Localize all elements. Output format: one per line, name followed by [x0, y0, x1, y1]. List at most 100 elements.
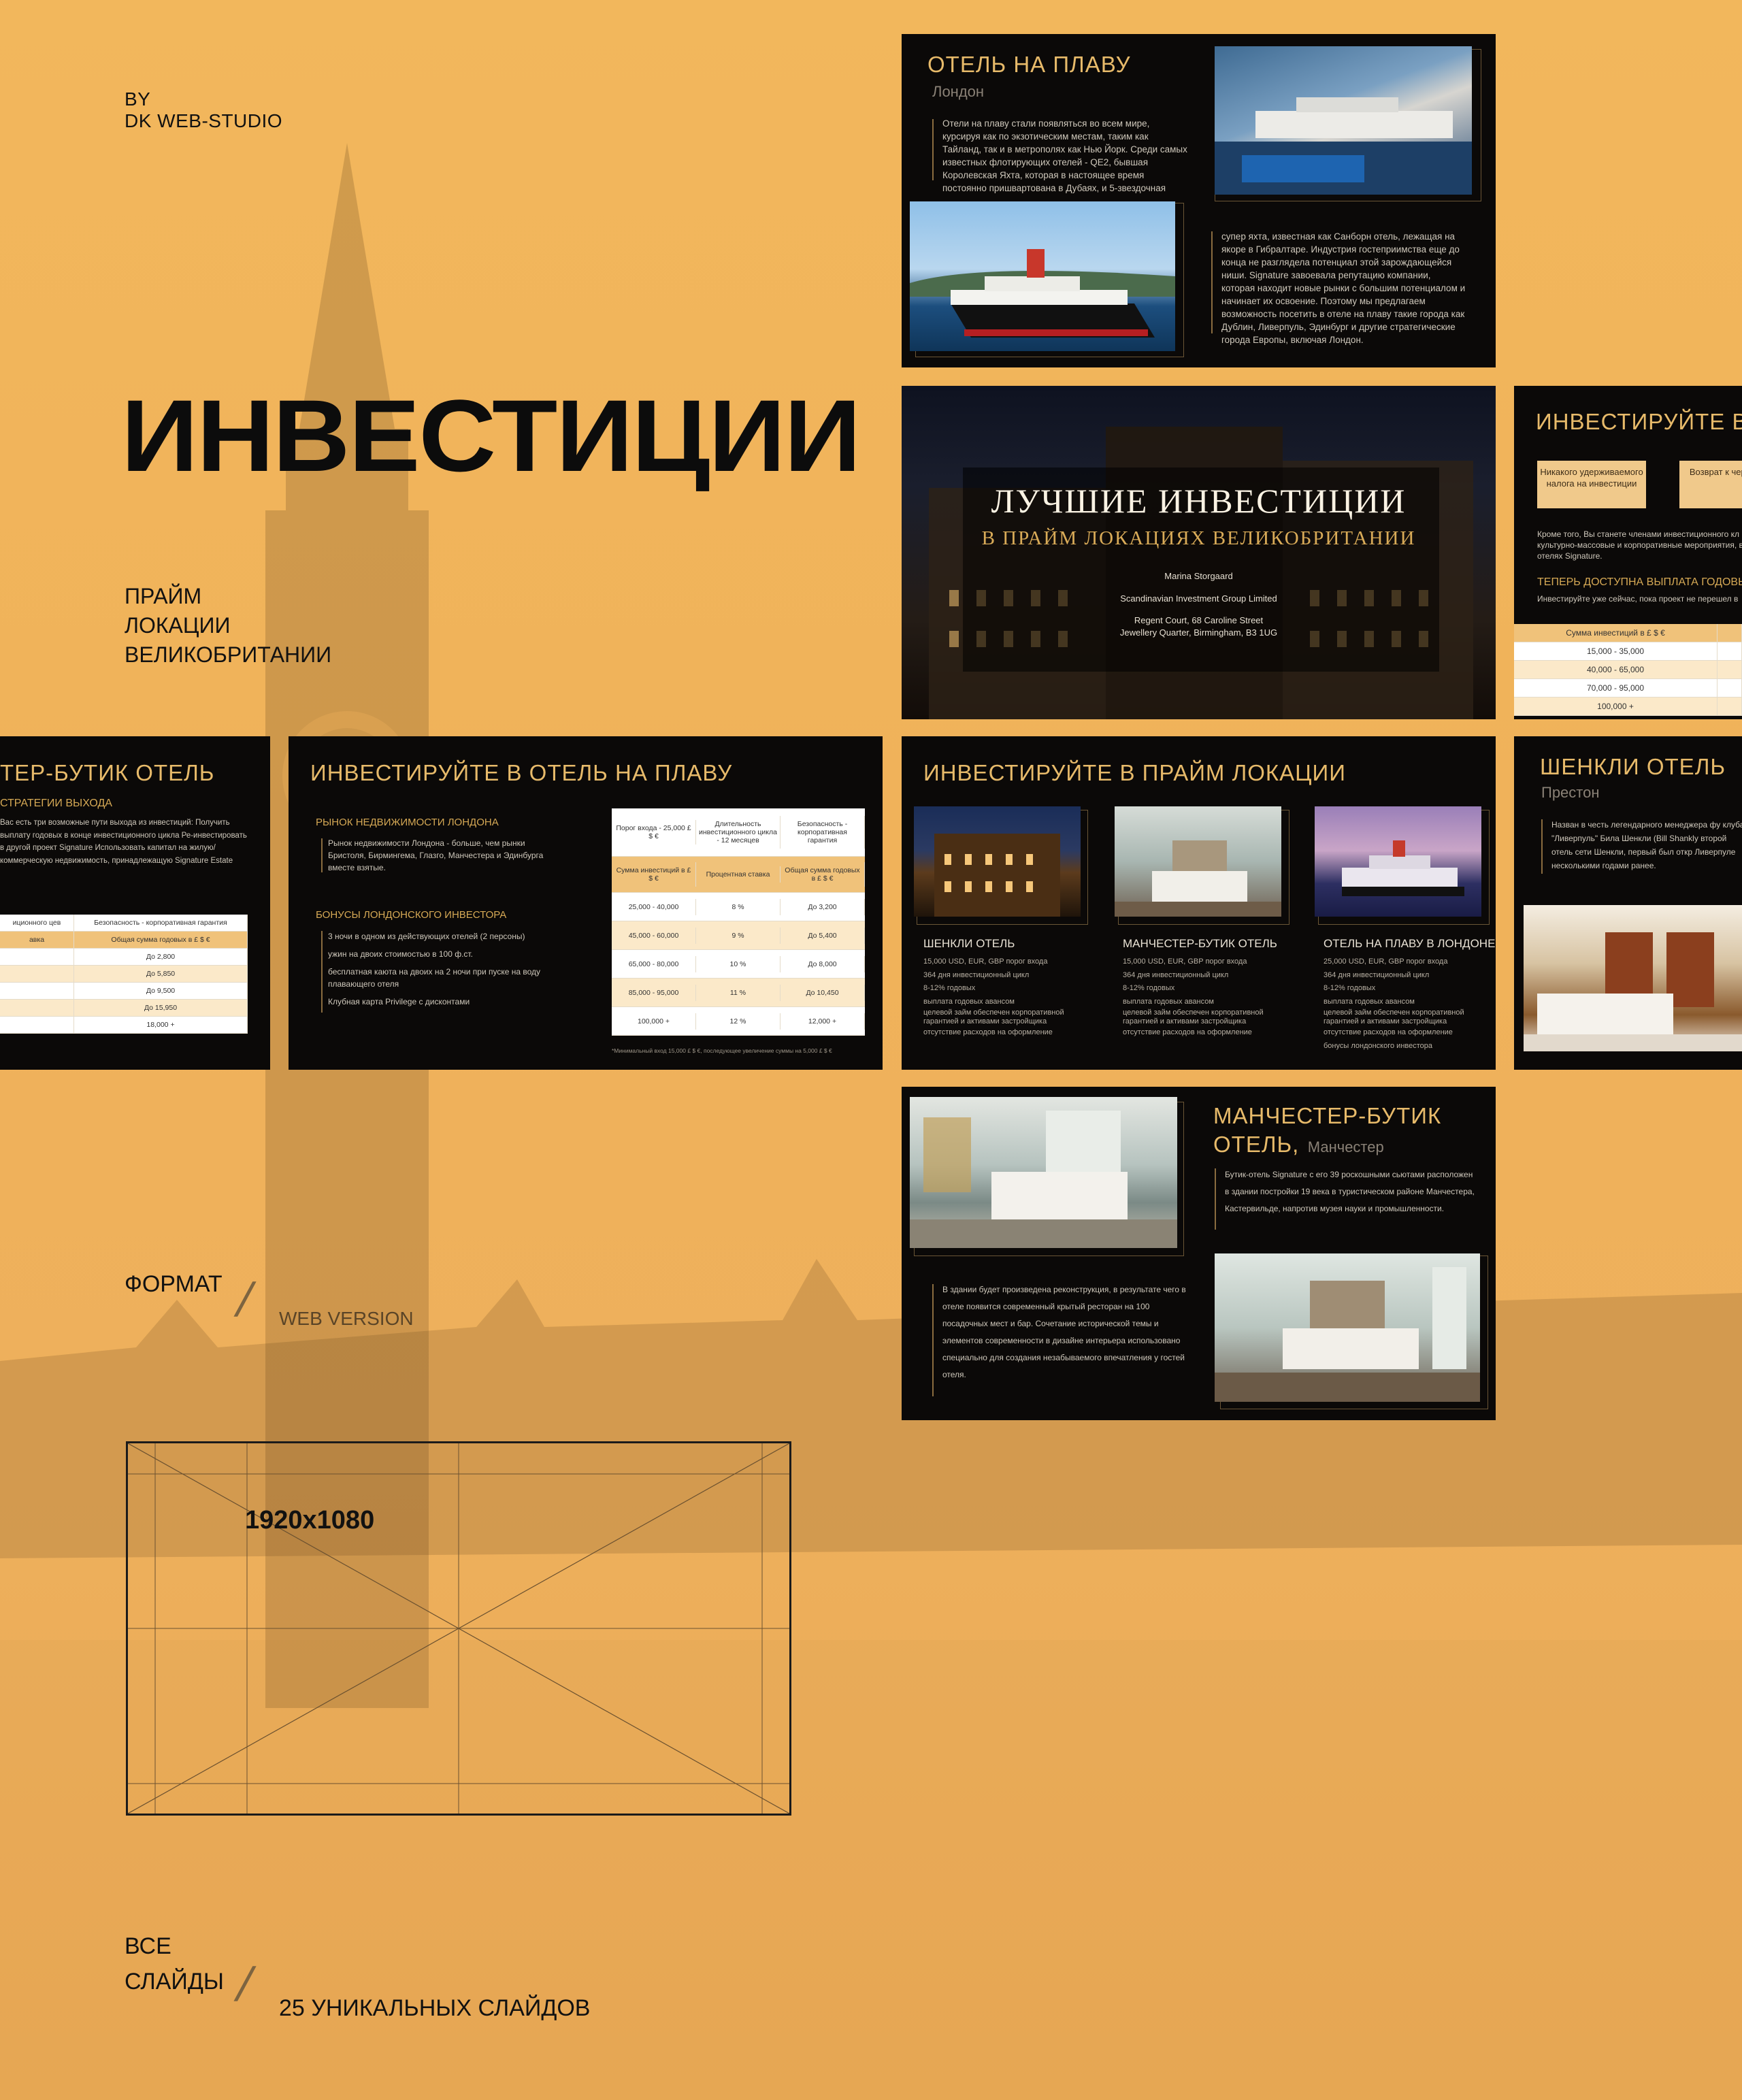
slide-text: В здании будет произведена реконструкция… [942, 1285, 1186, 1379]
list-item: 364 дня инвестиционный цикл [1324, 970, 1430, 979]
table-cell: 12,000 + [780, 1013, 865, 1030]
ship-graphic [910, 249, 1175, 338]
cruise-ship-photo [1215, 46, 1472, 195]
accent-bar [1215, 1168, 1216, 1230]
address-line-1: Regent Court, 68 Caroline Street [1134, 615, 1264, 625]
slide-location: Престон [1541, 784, 1600, 801]
table-cell: 85,000 - 95,000 [612, 984, 696, 1001]
list-item: отсутствие расходов на оформление [1324, 1028, 1453, 1036]
list-item: 8-12% годовых [923, 984, 976, 992]
table-cell: 15,000 - 35,000 [1514, 642, 1718, 660]
table-cell: 12 % [696, 1013, 780, 1030]
ship-graphic [1215, 97, 1472, 195]
slide-invest-uk[interactable]: ИНВЕСТИРУЙТЕ В Никакого удерживаемого на… [1514, 386, 1742, 719]
benefit-box: Возврат к через 3! [1679, 461, 1742, 508]
ship-graphic [1342, 840, 1464, 896]
list-item: выплата годовых авансом [1123, 997, 1214, 1006]
slides-line: СЛАЙДЫ [125, 1969, 224, 1995]
slide-text: Назван в честь легендарного менеджера фу… [1551, 820, 1742, 870]
accent-bar [1211, 231, 1213, 333]
list-item: отсутствие расходов на оформление [923, 1028, 1053, 1036]
slide-boutique-exit[interactable]: ТЕР-БУТИК ОТЕЛЬ СТРАТЕГИИ ВЫХОДА Вас ест… [0, 736, 270, 1070]
slide-floating-hotel[interactable]: ОТЕЛЬ НА ПЛАВУ Лондон Отели на плаву ста… [902, 34, 1496, 367]
table-cell: 45,000 - 60,000 [612, 927, 696, 944]
slide-text: Отели на плаву стали появляться во всем … [942, 118, 1187, 193]
table-cell: 25,000 - 40,000 [612, 898, 696, 915]
bedroom-graphic [1215, 1267, 1480, 1402]
resolution-frame [126, 1441, 791, 1816]
shankly-interior-photo [1524, 905, 1742, 1051]
table-cell: 100,000 + [1514, 698, 1718, 715]
manchester-bedroom-photo [1215, 1253, 1480, 1402]
table-cell: До 9,500 [74, 983, 248, 999]
slide-location: Манчестер [1307, 1138, 1384, 1155]
table-footnote: *Минимальный вход 15,000 £ $ €, последую… [612, 1047, 832, 1054]
list-item: Клубная карта Privilege с дисконтами [328, 997, 470, 1006]
list-item: 15,000 USD, EUR, GBP порог входа [923, 957, 1048, 966]
table-cell: До 2,800 [74, 949, 248, 965]
all-line: ВСЕ [125, 1933, 171, 1959]
floating-hotel-photo [1315, 806, 1481, 917]
manchester-room-photo [1115, 806, 1281, 917]
slide-cover[interactable]: ЛУЧШИЕ ИНВЕСТИЦИИ В ПРАЙМ ЛОКАЦИЯХ ВЕЛИК… [902, 386, 1496, 719]
list-item: 3 ночи в одном из действующих отелей (2 … [328, 932, 525, 941]
queen-mary-photo [910, 201, 1175, 351]
card-title: МАНЧЕСТЕР-БУТИК ОТЕЛЬ [1123, 937, 1277, 950]
slide-text: Рынок недвижимости Лондона - больше, чем… [328, 838, 544, 872]
slide-title: ОТЕЛЬ НА ПЛАВУ [927, 52, 1131, 77]
slide-title: ТЕР-БУТИК ОТЕЛЬ [0, 760, 215, 785]
bedroom-graphic [1115, 840, 1281, 917]
table-cell: 8 % [696, 898, 780, 915]
slide-floating-invest[interactable]: ИНВЕСТИРУЙТЕ В ОТЕЛЬ НА ПЛАВУ РЫНОК НЕДВ… [289, 736, 883, 1070]
list-item: 364 дня инвестиционный цикл [1123, 970, 1229, 979]
subtitle-line: ПРАЙМ [125, 584, 202, 608]
table-header: Процентная ставка [696, 866, 780, 883]
list-item: целевой займ обеспечен корпоративной гар… [1324, 1008, 1464, 1026]
list-item: 8-12% годовых [1123, 984, 1175, 992]
slide-shankly-hotel[interactable]: ШЕНКЛИ ОТЕЛЬ Престон Назван в честь леге… [1514, 736, 1742, 1070]
by-label: BY [125, 88, 151, 110]
list-item: целевой займ обеспечен корпоративной гар… [1123, 1008, 1264, 1026]
list-item: выплата годовых авансом [923, 997, 1015, 1006]
table-header: Длительность инвестиционного цикла - 12 … [696, 816, 780, 849]
slide-manchester-hotel[interactable]: МАНЧЕСТЕР-БУТИК ОТЕЛЬ, Манчестер Бутик-о… [902, 1087, 1496, 1420]
slide-title: ИНВЕСТИРУЙТЕ В ПРАЙМ ЛОКАЦИИ [923, 760, 1346, 785]
slide-prime-locations[interactable]: ИНВЕСТИРУЙТЕ В ПРАЙМ ЛОКАЦИИ ШЕНКЛИ ОТЕЛ… [902, 736, 1496, 1070]
hero-subtitle: ПРАЙМ ЛОКАЦИИ ВЕЛИКОБРИТАНИИ [125, 582, 331, 670]
benefit-box: Никакого удерживаемого налога на инвести… [1537, 461, 1646, 508]
table-header: Сумма инвестиций в £ $ € [612, 862, 696, 887]
rates-table: Порог входа - 25,000 £ $ € Длительность … [612, 808, 865, 1036]
accent-bar [932, 1284, 934, 1396]
all-slides-label: ВСЕ СЛАЙДЫ [125, 1929, 224, 1999]
table-header: Общая сумма годовых в £ $ € [74, 932, 248, 948]
slides-count: 25 УНИКАЛЬНЫХ СЛАЙДОВ [279, 1995, 591, 2021]
slide-text: Инвестируйте уже сейчас, пока проект не … [1537, 594, 1739, 604]
title-line-2: ОТЕЛЬ, Манчестер [1213, 1132, 1384, 1158]
table-cell: 70,000 - 95,000 [1514, 679, 1718, 697]
slide-title: ОТЕЛЬ, [1213, 1132, 1300, 1157]
table-cell: 65,000 - 80,000 [612, 955, 696, 972]
grid-wireframe [128, 1443, 789, 1814]
accent-bar [932, 119, 934, 180]
table-header: Порог входа - 25,000 £ $ € [612, 820, 696, 844]
slide-text: супер яхта, известная как Санборн отель,… [1221, 231, 1466, 345]
list-item: отсутствие расходов на оформление [1123, 1028, 1252, 1036]
subtitle-line: ВЕЛИКОБРИТАНИИ [125, 642, 332, 667]
manchester-room-photo [910, 1097, 1177, 1248]
bedroom-graphic [910, 1111, 1177, 1248]
address-line-2: Jewellery Quarter, Birmingham, B3 1UG [1119, 627, 1278, 638]
bonus-list: 3 ночи в одном из действующих отелей (2 … [328, 930, 553, 1008]
cover-title: ЛУЧШИЕ ИНВЕСТИЦИИ [991, 482, 1407, 520]
slide-text: Кроме того, Вы станете членами инвестици… [1537, 529, 1742, 561]
slide-subheading: СТРАТЕГИИ ВЫХОДА [0, 798, 112, 809]
slide-title: ИНВЕСТИРУЙТЕ В ОТЕЛЬ НА ПЛАВУ [310, 760, 733, 785]
table-cell: 100,000 + [612, 1013, 696, 1030]
card-details: 15,000 USD, EUR, GBP порог входа 364 дня… [923, 955, 1087, 1040]
table-cell: До 3,200 [780, 898, 865, 915]
table-cell: 11 % [696, 984, 780, 1001]
shankly-hotel-photo [914, 806, 1081, 917]
slide-text: Вас есть три возможные пути выхода из ин… [0, 819, 247, 865]
accent-bar [321, 931, 323, 1013]
table-header: Общая сумма годовых в £ $ € [780, 862, 865, 887]
cover-subtitle: В ПРАЙМ ЛОКАЦИЯХ ВЕЛИКОБРИТАНИИ [981, 527, 1416, 549]
